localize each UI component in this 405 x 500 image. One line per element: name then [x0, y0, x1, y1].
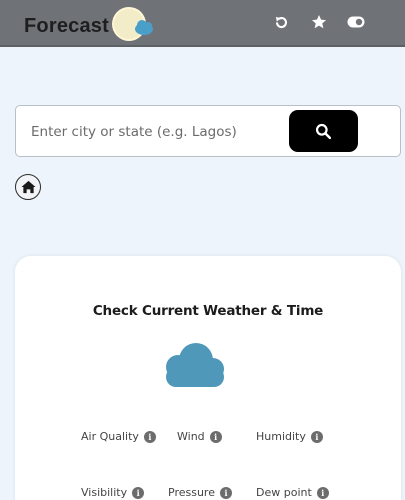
- brand-title: Forecast: [24, 15, 109, 37]
- info-icon[interactable]: i: [219, 486, 232, 499]
- star-icon[interactable]: [310, 13, 328, 31]
- refresh-icon[interactable]: [272, 13, 290, 31]
- metric-label: Dew point: [256, 486, 312, 499]
- metric-label: Visibility: [81, 486, 128, 499]
- home-button[interactable]: [15, 174, 41, 200]
- info-icon[interactable]: i: [310, 430, 323, 443]
- metric-wind: Wind i: [177, 430, 222, 443]
- search-input[interactable]: [31, 119, 286, 145]
- moon-icon[interactable]: [381, 13, 399, 31]
- sun-cloud-logo-icon: [112, 7, 153, 41]
- metric-label: Wind: [177, 430, 205, 443]
- search-icon: [315, 123, 332, 139]
- search-button[interactable]: [289, 110, 358, 152]
- metric-pressure: Pressure i: [168, 486, 232, 499]
- metric-label: Air Quality: [81, 430, 139, 443]
- info-icon[interactable]: i: [209, 430, 222, 443]
- app-header: Forecast: [0, 0, 405, 47]
- info-icon[interactable]: i: [143, 430, 156, 443]
- metric-air-quality: Air Quality i: [81, 430, 156, 443]
- card-title: Check Current Weather & Time: [92, 303, 324, 319]
- toggle-icon[interactable]: [346, 13, 366, 31]
- info-icon[interactable]: i: [316, 486, 329, 499]
- cloud-icon: [166, 343, 224, 387]
- metric-visibility: Visibility i: [81, 486, 145, 499]
- info-icon[interactable]: i: [132, 486, 145, 499]
- home-icon: [21, 180, 35, 194]
- weather-card: Check Current Weather & Time Air Quality…: [15, 256, 401, 500]
- metric-label: Humidity: [256, 430, 306, 443]
- metric-humidity: Humidity i: [256, 430, 323, 443]
- metric-label: Pressure: [168, 486, 215, 499]
- search-bar: [15, 105, 401, 157]
- metric-dew-point: Dew point i: [256, 486, 329, 499]
